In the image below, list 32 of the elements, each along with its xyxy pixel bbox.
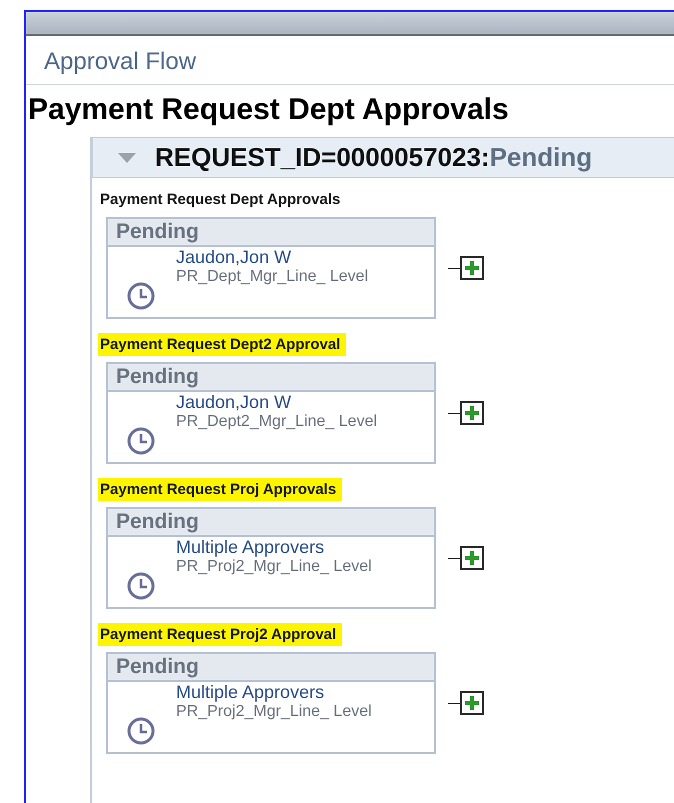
plus-icon xyxy=(464,550,480,566)
approval-rule: PR_Dept2_Mgr_Line_ Level xyxy=(176,412,378,432)
step-status: Pending xyxy=(108,654,434,682)
stage-title: Payment Request Dept2 Approval xyxy=(98,333,346,356)
add-approver-button[interactable] xyxy=(460,401,484,425)
approver-name[interactable]: Multiple Approvers xyxy=(176,682,372,702)
plus-icon xyxy=(464,260,480,276)
step-status: Pending xyxy=(108,364,434,392)
stage-title: Payment Request Dept Approvals xyxy=(99,190,342,210)
add-approver-button[interactable] xyxy=(460,546,484,570)
step-status: Pending xyxy=(108,509,434,537)
approver-name[interactable]: Multiple Approvers xyxy=(176,537,372,557)
plus-icon xyxy=(464,695,480,711)
stage-title: Payment Request Proj2 Approval xyxy=(98,623,342,646)
add-approver-button[interactable] xyxy=(460,256,484,280)
step-status: Pending xyxy=(108,219,434,247)
approval-flow-tab[interactable]: Approval Flow xyxy=(44,48,196,75)
stage-title: Payment Request Proj Approvals xyxy=(98,478,342,501)
clock-icon xyxy=(126,281,156,311)
approver-name[interactable]: Jaudon,Jon W xyxy=(176,247,368,267)
clock-icon xyxy=(126,716,156,746)
request-status: Pending xyxy=(490,142,592,172)
add-approver-button[interactable] xyxy=(460,691,484,715)
approval-rule: PR_Proj2_Mgr_Line_ Level xyxy=(176,702,372,722)
page-title: Payment Request Dept Approvals xyxy=(28,93,510,127)
approver-name[interactable]: Jaudon,Jon W xyxy=(176,392,378,412)
approval-rule: PR_Dept_Mgr_Line_ Level xyxy=(176,267,368,287)
clock-icon xyxy=(126,571,156,601)
request-id: REQUEST_ID=0000057023: xyxy=(155,142,490,172)
approval-rule: PR_Proj2_Mgr_Line_ Level xyxy=(176,557,372,577)
plus-icon xyxy=(464,405,480,421)
clock-icon xyxy=(126,426,156,456)
